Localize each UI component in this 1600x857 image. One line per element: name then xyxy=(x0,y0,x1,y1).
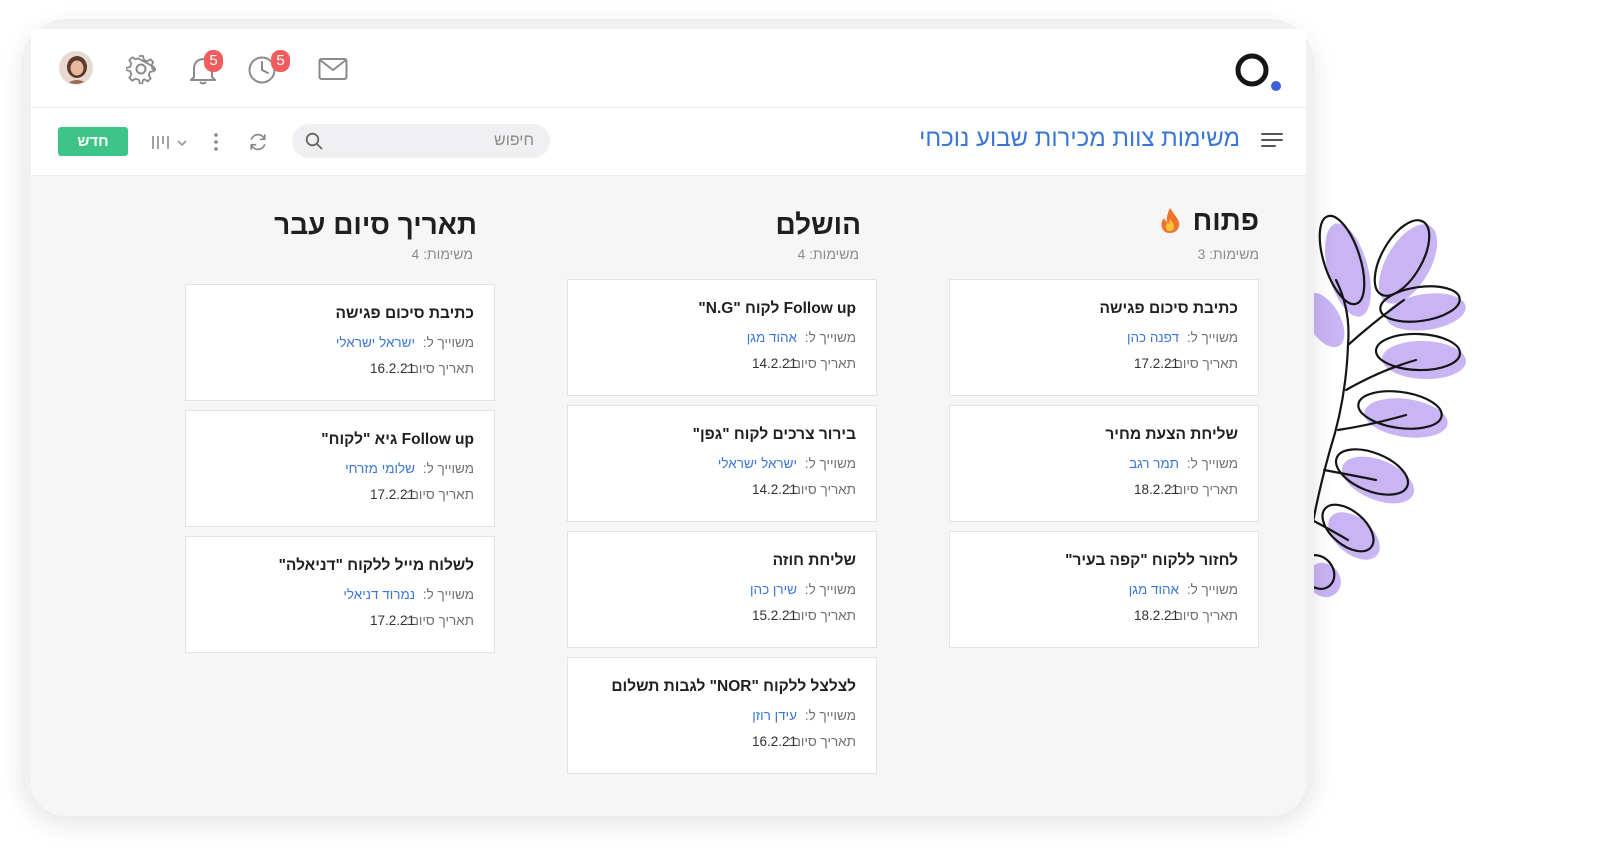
gear-icon[interactable] xyxy=(125,54,157,89)
logo[interactable] xyxy=(1235,53,1283,93)
assignee-link[interactable]: דפנה כהן xyxy=(1127,330,1179,345)
search-icon xyxy=(305,132,323,155)
assignee-link[interactable]: שלומי מזרחי xyxy=(345,461,415,476)
task-title: לחזור ללקוח "קפה בעיר" xyxy=(1065,552,1238,569)
task-title: כתיבת סיכום פגישה xyxy=(335,305,475,322)
due-label: תאריך סיום: xyxy=(406,487,474,502)
assigned-label: משוייך ל: xyxy=(804,456,856,471)
due-label: תאריך סיום: xyxy=(406,361,474,376)
assigned-label: משוייך ל: xyxy=(804,708,856,723)
due-label: תאריך סיום: xyxy=(788,482,856,497)
assignee-link[interactable]: אהוד מגן xyxy=(1129,582,1179,597)
due-date: 14.2.21 xyxy=(751,482,797,497)
task-title: לשלוח מייל ללקוח "דניאלה" xyxy=(278,557,474,574)
task-card[interactable]: לחזור ללקוח "קפה בעיר" משוייך ל: אהוד מגן… xyxy=(949,531,1259,648)
assignee-link[interactable]: עידן רוזן xyxy=(752,708,797,723)
task-card[interactable]: לשלוח מייל ללקוח "דניאלה" משוייך ל: נמרוד… xyxy=(185,536,495,653)
board-toolbar: משימות צוות מכירות שבוע נוכחי חדש xyxy=(31,108,1306,176)
notifications-badge: 5 xyxy=(204,50,223,72)
due-date: 17.2.21 xyxy=(1133,356,1179,371)
task-card[interactable]: Follow up לקוח "N.G" משוייך ל: אהוד מגן ת… xyxy=(567,279,877,396)
column-title: הושלם xyxy=(775,209,861,240)
due-label: תאריך סיום: xyxy=(406,613,474,628)
assigned-label: משוייך ל: xyxy=(1186,456,1238,471)
column-count: משימות: 4 xyxy=(797,246,859,262)
due-date: 16.2.21 xyxy=(369,361,415,376)
app-screen: 5 5 משימות צוות מכירות שבוע נוכחי חיפוש … xyxy=(31,29,1306,816)
task-title: לצלצל ללקוח "NOR" לגבות תשלום xyxy=(611,678,856,695)
search-box[interactable] xyxy=(292,124,550,158)
task-card[interactable]: שליחת חוזה משוייך ל: שירן כהן תאריך סיום:… xyxy=(567,531,877,648)
task-card[interactable]: לצלצל ללקוח "NOR" לגבות תשלום משוייך ל: ע… xyxy=(567,657,877,774)
assignee-link[interactable]: נמרוד דניאלי xyxy=(343,587,415,602)
assignee-link[interactable]: ישראל ישראלי xyxy=(336,335,415,350)
due-date: 15.2.21 xyxy=(751,608,797,623)
task-card[interactable]: כתיבת סיכום פגישה משוייך ל: ישראל ישראלי … xyxy=(185,284,495,401)
assignee-link[interactable]: שירן כהן xyxy=(750,582,797,597)
assignee-link[interactable]: תמר רגב xyxy=(1129,456,1179,471)
assigned-label: משוייך ל: xyxy=(422,335,474,350)
search-input[interactable] xyxy=(334,124,534,158)
column-title: תאריך סיום עבר xyxy=(274,209,477,240)
column-count: משימות: 3 xyxy=(1197,246,1259,262)
due-label: תאריך סיום: xyxy=(788,734,856,749)
fire-icon xyxy=(1161,208,1180,233)
due-date: 18.2.21 xyxy=(1133,608,1179,623)
due-label: תאריך סיום: xyxy=(788,608,856,623)
column-count: משימות: 4 xyxy=(411,246,473,262)
mail-icon[interactable] xyxy=(318,57,348,86)
task-title: בירור צרכים לקוח "גפן" xyxy=(692,426,856,443)
assigned-label: משוייך ל: xyxy=(422,587,474,602)
task-title: Follow up גיא "לקוח" xyxy=(321,431,474,448)
hamburger-menu-icon[interactable] xyxy=(1261,130,1283,155)
refresh-icon[interactable] xyxy=(248,132,268,157)
top-bar: 5 5 xyxy=(31,29,1306,108)
assigned-label: משוייך ל: xyxy=(804,330,856,345)
due-label: תאריך סיום: xyxy=(1170,482,1238,497)
column-view-dropdown-icon[interactable] xyxy=(151,133,191,156)
task-card[interactable]: בירור צרכים לקוח "גפן" משוייך ל: ישראל יש… xyxy=(567,405,877,522)
task-title: שליחת הצעת מחיר xyxy=(1105,426,1238,443)
assigned-label: משוייך ל: xyxy=(1186,330,1238,345)
due-label: תאריך סיום: xyxy=(1170,608,1238,623)
due-label: תאריך סיום: xyxy=(788,356,856,371)
user-avatar[interactable] xyxy=(59,51,93,85)
task-card[interactable]: כתיבת סיכום פגישה משוייך ל: דפנה כהן תארי… xyxy=(949,279,1259,396)
due-date: 16.2.21 xyxy=(751,734,797,749)
assignee-link[interactable]: אהוד מגן xyxy=(747,330,797,345)
assigned-label: משוייך ל: xyxy=(804,582,856,597)
page-title: משימות צוות מכירות שבוע נוכחי xyxy=(919,125,1240,152)
reminders-badge: 5 xyxy=(271,50,290,72)
due-date: 17.2.21 xyxy=(369,613,415,628)
due-date: 18.2.21 xyxy=(1133,482,1179,497)
more-options-icon[interactable] xyxy=(212,132,220,157)
task-title: כתיבת סיכום פגישה xyxy=(1099,300,1239,317)
due-date: 17.2.21 xyxy=(369,487,415,502)
leaf-illustration xyxy=(1298,214,1466,612)
task-title: Follow up לקוח "N.G" xyxy=(698,300,856,317)
due-label: תאריך סיום: xyxy=(1170,356,1238,371)
column-title: פתוח xyxy=(1159,205,1259,237)
task-card[interactable]: Follow up גיא "לקוח" משוייך ל: שלומי מזרח… xyxy=(185,410,495,527)
task-card[interactable]: שליחת הצעת מחיר משוייך ל: תמר רגב תאריך ס… xyxy=(949,405,1259,522)
new-task-button[interactable]: חדש xyxy=(58,127,128,156)
due-date: 14.2.21 xyxy=(751,356,797,371)
assigned-label: משוייך ל: xyxy=(1186,582,1238,597)
assigned-label: משוייך ל: xyxy=(422,461,474,476)
assignee-link[interactable]: ישראל ישראלי xyxy=(718,456,797,471)
task-title: שליחת חוזה xyxy=(772,552,856,569)
